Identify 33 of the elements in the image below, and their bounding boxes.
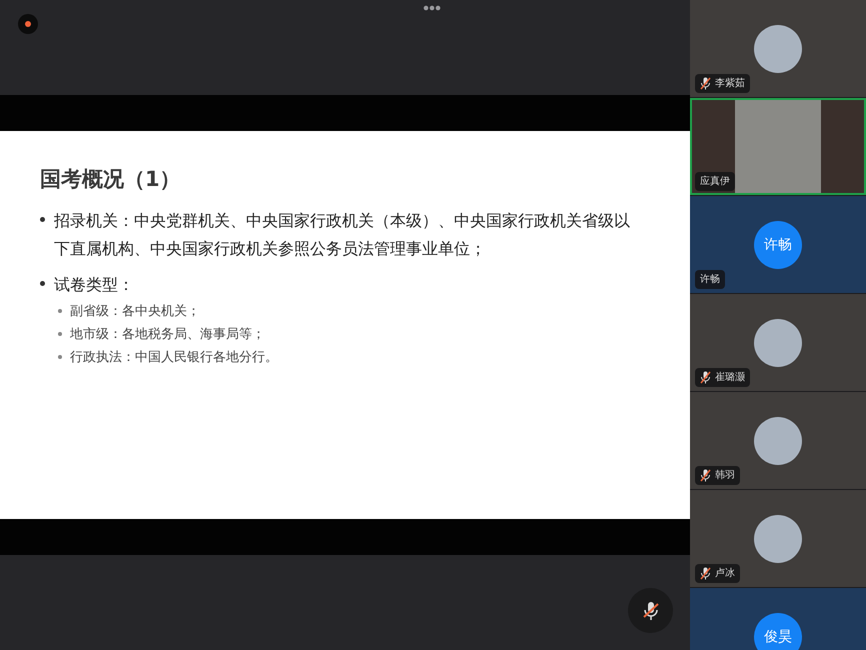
participant-tile[interactable]: 李紫茹 [690,0,866,97]
participant-tile[interactable]: 应真伊 [690,98,866,195]
participant-tile[interactable]: 卢冰 [690,490,866,587]
participant-tile[interactable]: 崔璐灏 [690,294,866,391]
sub-bullet-text: 行政执法：中国人民银行各地分行。 [70,348,278,366]
initials-avatar: 许畅 [754,220,802,268]
avatar-placeholder [754,24,802,72]
participant-name: 应真伊 [700,174,730,189]
participant-name: 许畅 [700,273,720,287]
participant-tile[interactable]: 韩羽 [690,392,866,489]
bullet-icon [58,354,62,358]
bullet-icon [40,281,45,286]
participant-name: 崔璐灏 [715,370,745,385]
participant-tile[interactable]: 俊昊 [690,588,866,650]
avatar-placeholder [754,416,802,464]
bullet-text: 试卷类型： [54,274,135,296]
sub-bullet-text: 副省级：各中央机关； [70,302,200,320]
microphone-icon [640,600,660,622]
more-icon[interactable] [423,5,441,11]
sub-bullet-text: 地市级：各地税务局、海事局等； [70,326,265,342]
bullet-icon [40,217,45,222]
participant-name: 李紫茹 [715,76,745,91]
slide-title: 国考概况（1） [40,166,182,193]
avatar-placeholder [754,514,802,562]
microphone-button[interactable] [628,588,673,633]
participant-tile[interactable]: 许畅 许畅 [690,196,866,293]
bullet-text: 招录机关：中央党群机关、中央国家行政机关（本级）、中央国家行政机关省级以下直属机构、中央国家行政机关参照公务员法管理事业单位； [54,210,631,260]
avatar-placeholder [754,318,802,366]
participant-name: 卢冰 [715,566,735,581]
participant-name: 韩羽 [715,468,735,483]
initials-avatar: 俊昊 [754,612,802,650]
bullet-icon [58,332,62,336]
bullet-icon [58,308,62,312]
